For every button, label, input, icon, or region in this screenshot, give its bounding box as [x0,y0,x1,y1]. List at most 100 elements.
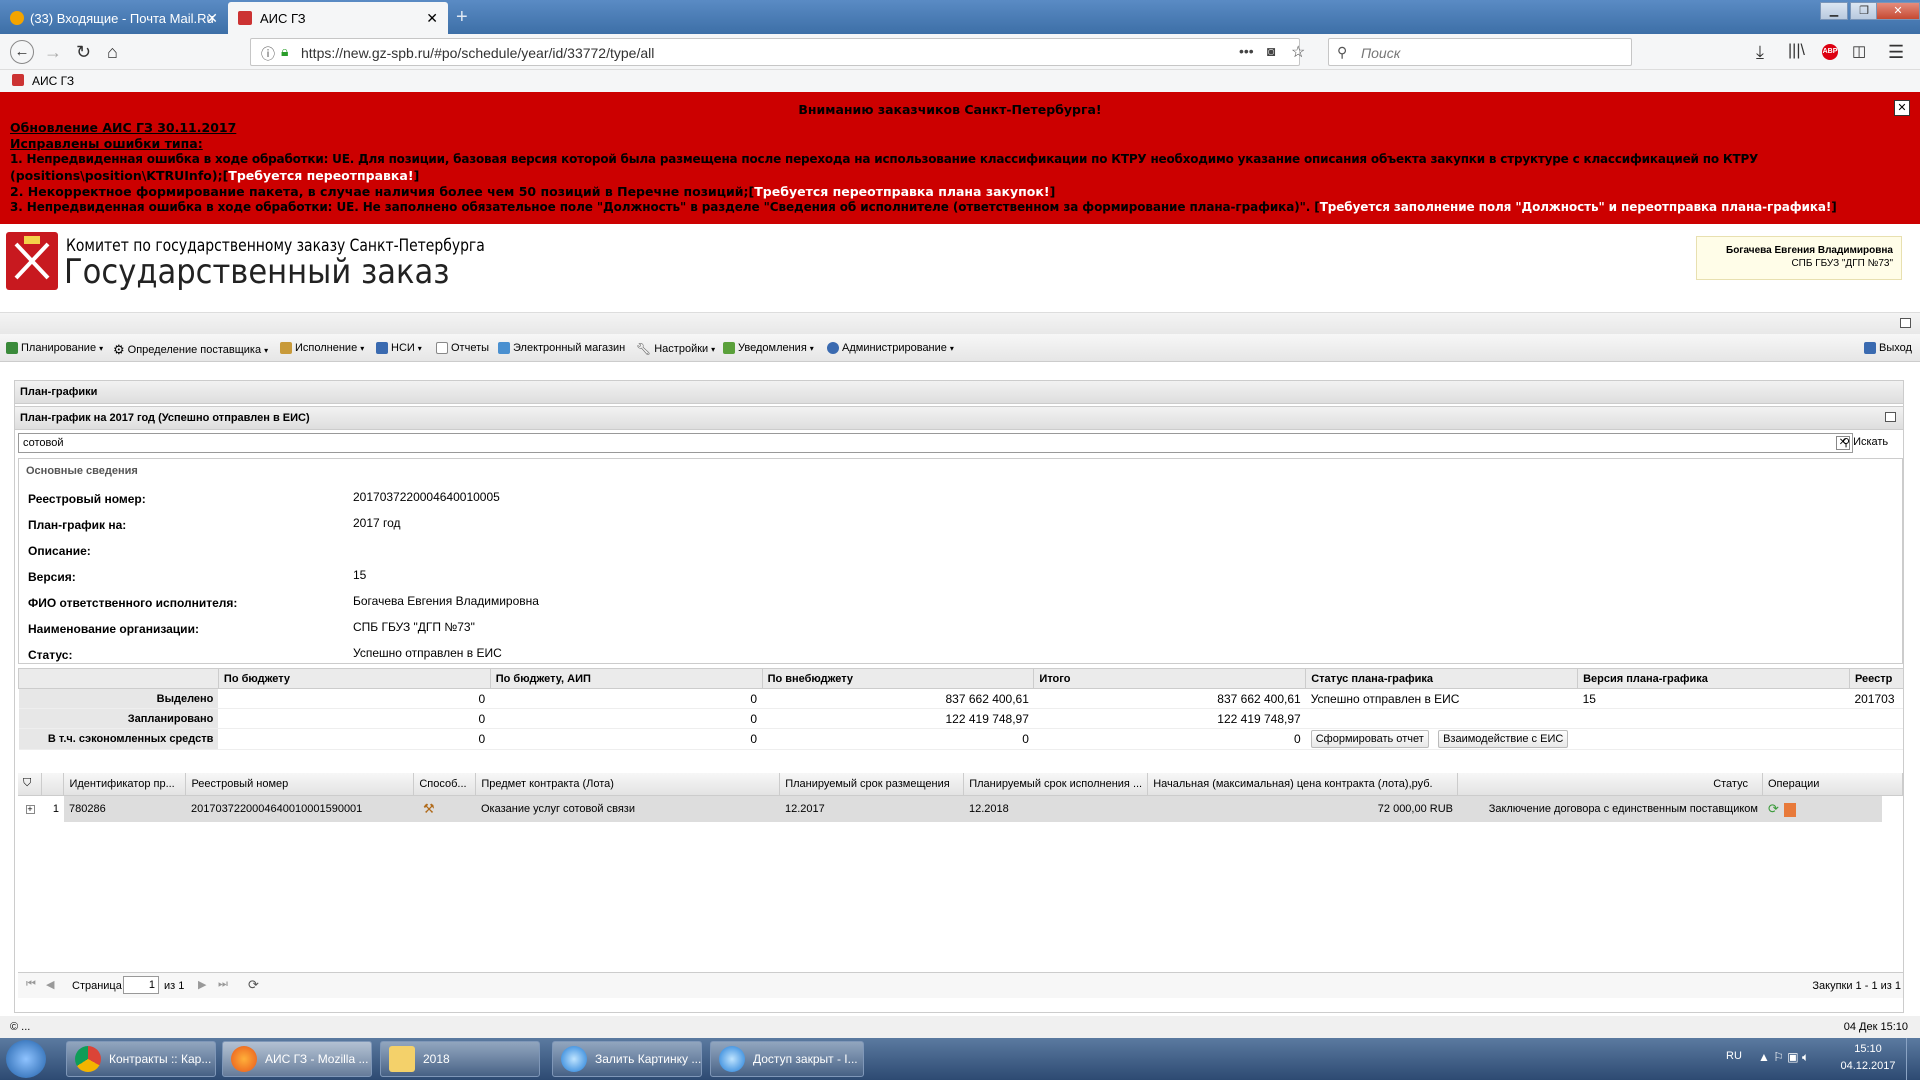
banner-close-icon[interactable]: ✕ [1894,100,1910,116]
download-icon[interactable]: ⤓ [1756,42,1764,63]
banner-line-3: 3. Непредвиденная ошибка в ходе обработк… [10,200,1837,214]
url-bar[interactable]: ⓘ 🔒︎ https://new.gz-spb.ru/#po/schedule/… [250,38,1305,66]
banner-line-1: 1. Непредвиденная ошибка в ходе обработк… [10,152,1759,166]
col-registry-number[interactable]: Реестровый номер [185,773,415,796]
col-operations: Операции [1762,773,1903,796]
document-operation-icon[interactable] [1783,803,1796,818]
adblock-icon[interactable]: ABP [1822,44,1838,60]
show-desktop-button[interactable] [1906,1038,1920,1080]
taskbar-item-label: 2018 [423,1052,450,1066]
back-icon[interactable]: ← [10,40,34,64]
version-value: 15 [353,568,367,582]
close-tab-icon[interactable]: ✕ [426,10,438,27]
minimize-button[interactable]: ▁ [1820,2,1848,20]
generate-report-button[interactable]: Сформировать отчет [1310,730,1429,748]
col-price[interactable]: Начальная (максимальная) цена контракта … [1147,773,1459,796]
page-of-label: из 1 [164,980,185,992]
page-input[interactable]: 1 [123,976,159,994]
home-icon[interactable]: ⌂ [107,42,118,63]
banner-line-1b-highlight: Требуется переотправка! [228,168,414,183]
collapse-icon[interactable] [1900,318,1911,328]
taskbar-item-ie-2[interactable]: Доступ закрыт - I... [710,1041,864,1077]
tray-icons[interactable]: ▲ ⚐ ▣ 🔈︎ [1758,1050,1809,1065]
row-allocated-label: Выделено [18,688,219,709]
col-identifier[interactable]: Идентификатор пр... [63,773,187,796]
grid-body-wrap: + 1 780286 2017037220004640010001590001 … [18,796,1882,826]
next-page-icon[interactable]: ▶ [198,978,206,991]
registry-value: 2017037220004640010005 [353,490,500,504]
pocket-icon[interactable]: ◙ [1267,43,1275,59]
tab-mail[interactable]: (33) Входящие - Почта Mail.Ru ✕ [0,2,228,34]
tab-mail-label: (33) Входящие - Почта Mail.Ru [30,10,214,26]
menu-nsi[interactable]: НСИ ▾ [376,342,422,354]
ais-bookmark-icon [12,74,24,86]
menu-eshop[interactable]: Электронный магазин [498,342,625,354]
header-collapse-bar [0,312,1920,334]
expand-cell[interactable]: + [18,796,42,822]
menu-supplier[interactable]: ⚙ Определение поставщика ▾ [113,342,268,358]
menu-planning[interactable]: Планирование ▾ [6,342,103,354]
execution-icon [280,342,292,354]
start-button[interactable] [6,1040,46,1078]
more-icon[interactable]: ••• [1239,43,1254,59]
last-page-icon[interactable]: ⏭ [218,978,228,991]
version-label: Версия: [28,570,76,584]
info-icon[interactable]: ⓘ [261,44,275,64]
taskbar-item-folder[interactable]: 2018 [380,1041,540,1077]
reload-icon[interactable]: ↻ [76,42,91,63]
sidebar-icon[interactable]: ◫ [1852,42,1866,60]
dropdown-arrow-icon: ▾ [417,343,422,353]
col-subject[interactable]: Предмет контракта (Лота) [475,773,781,796]
first-page-icon[interactable]: ⏮ [26,978,36,991]
menu-reports[interactable]: Отчеты [436,342,489,354]
taskbar-item-firefox[interactable]: АИС ГЗ - Mozilla ... [222,1041,372,1077]
app-status-bar: © ... 04 Дек 15:10 [0,1016,1920,1038]
user-icon [827,342,839,354]
menu-notifications[interactable]: Уведомления ▾ [723,342,814,354]
expand-icon[interactable]: + [25,805,35,814]
prev-page-icon[interactable]: ◀ [46,978,54,991]
tab-ais-gz[interactable]: АИС ГЗ ✕ [228,2,448,34]
restore-button[interactable]: ❐ [1850,2,1878,20]
close-tab-icon[interactable]: ✕ [206,10,218,27]
menu-execution[interactable]: Исполнение ▾ [280,342,364,354]
search-input[interactable]: сотовой ✕ [18,433,1853,453]
status-label: Статус: [28,648,73,662]
menu-settings[interactable]: 🔧︎ Настройки ▾ [636,342,715,356]
basic-info-box [18,458,1903,664]
col-placement-date[interactable]: Планируемый срок размещения [779,773,965,796]
bookmark-star-icon[interactable]: ☆ [1291,42,1305,62]
menu-admin[interactable]: Администрирование ▾ [827,342,954,354]
library-icon[interactable]: |||\ [1788,42,1805,60]
logout-icon [1864,342,1876,354]
folder-icon [389,1046,415,1072]
table-row[interactable]: + 1 780286 2017037220004640010001590001 … [18,796,1882,822]
plan-for-value: 2017 год [353,516,401,530]
fio-label: ФИО ответственного исполнителя: [28,596,238,610]
filter-column[interactable]: ⛉ [18,773,43,796]
bookmark-ais-gz[interactable]: АИС ГЗ [32,74,74,88]
minimize-panel-icon[interactable] [1885,412,1896,422]
col-execution-date[interactable]: Планируемый срок исполнения ... [963,773,1149,796]
logout-button[interactable]: Выход [1864,342,1912,354]
new-tab-button[interactable]: + [456,6,468,29]
clock-date[interactable]: 04.12.2017 [1836,1060,1900,1072]
taskbar-item-ie-1[interactable]: Залить Картинку ... [552,1041,702,1077]
col-status[interactable]: Статус [1457,773,1763,796]
col-method[interactable]: Способ... [413,773,477,796]
user-info[interactable]: Богачева Евгения Владимировна СПБ ГБУЗ "… [1696,236,1902,280]
taskbar-item-chrome[interactable]: Контракты :: Кар... [66,1041,216,1077]
search-button[interactable]: ⚲ Искать [1842,436,1888,449]
menu-icon[interactable]: ☰ [1888,42,1904,63]
language-indicator[interactable]: RU [1726,1050,1742,1062]
menu-eshop-label: Электронный магазин [513,342,626,354]
refresh-operation-icon[interactable]: ⟳ [1768,801,1779,816]
clock-time[interactable]: 15:10 [1848,1043,1888,1055]
banner-line-3-end: ] [1831,200,1837,214]
url-text[interactable]: https://new.gz-spb.ru/#po/schedule/year/… [301,45,654,61]
window-close-button[interactable]: ✕ [1876,2,1920,20]
search-bar[interactable]: ⚲ Поиск [1328,38,1632,66]
refresh-icon[interactable]: ⟳ [248,977,259,993]
forward-icon[interactable]: → [44,42,62,63]
eis-interaction-button[interactable]: Взаимодействие с ЕИС [1438,730,1569,748]
